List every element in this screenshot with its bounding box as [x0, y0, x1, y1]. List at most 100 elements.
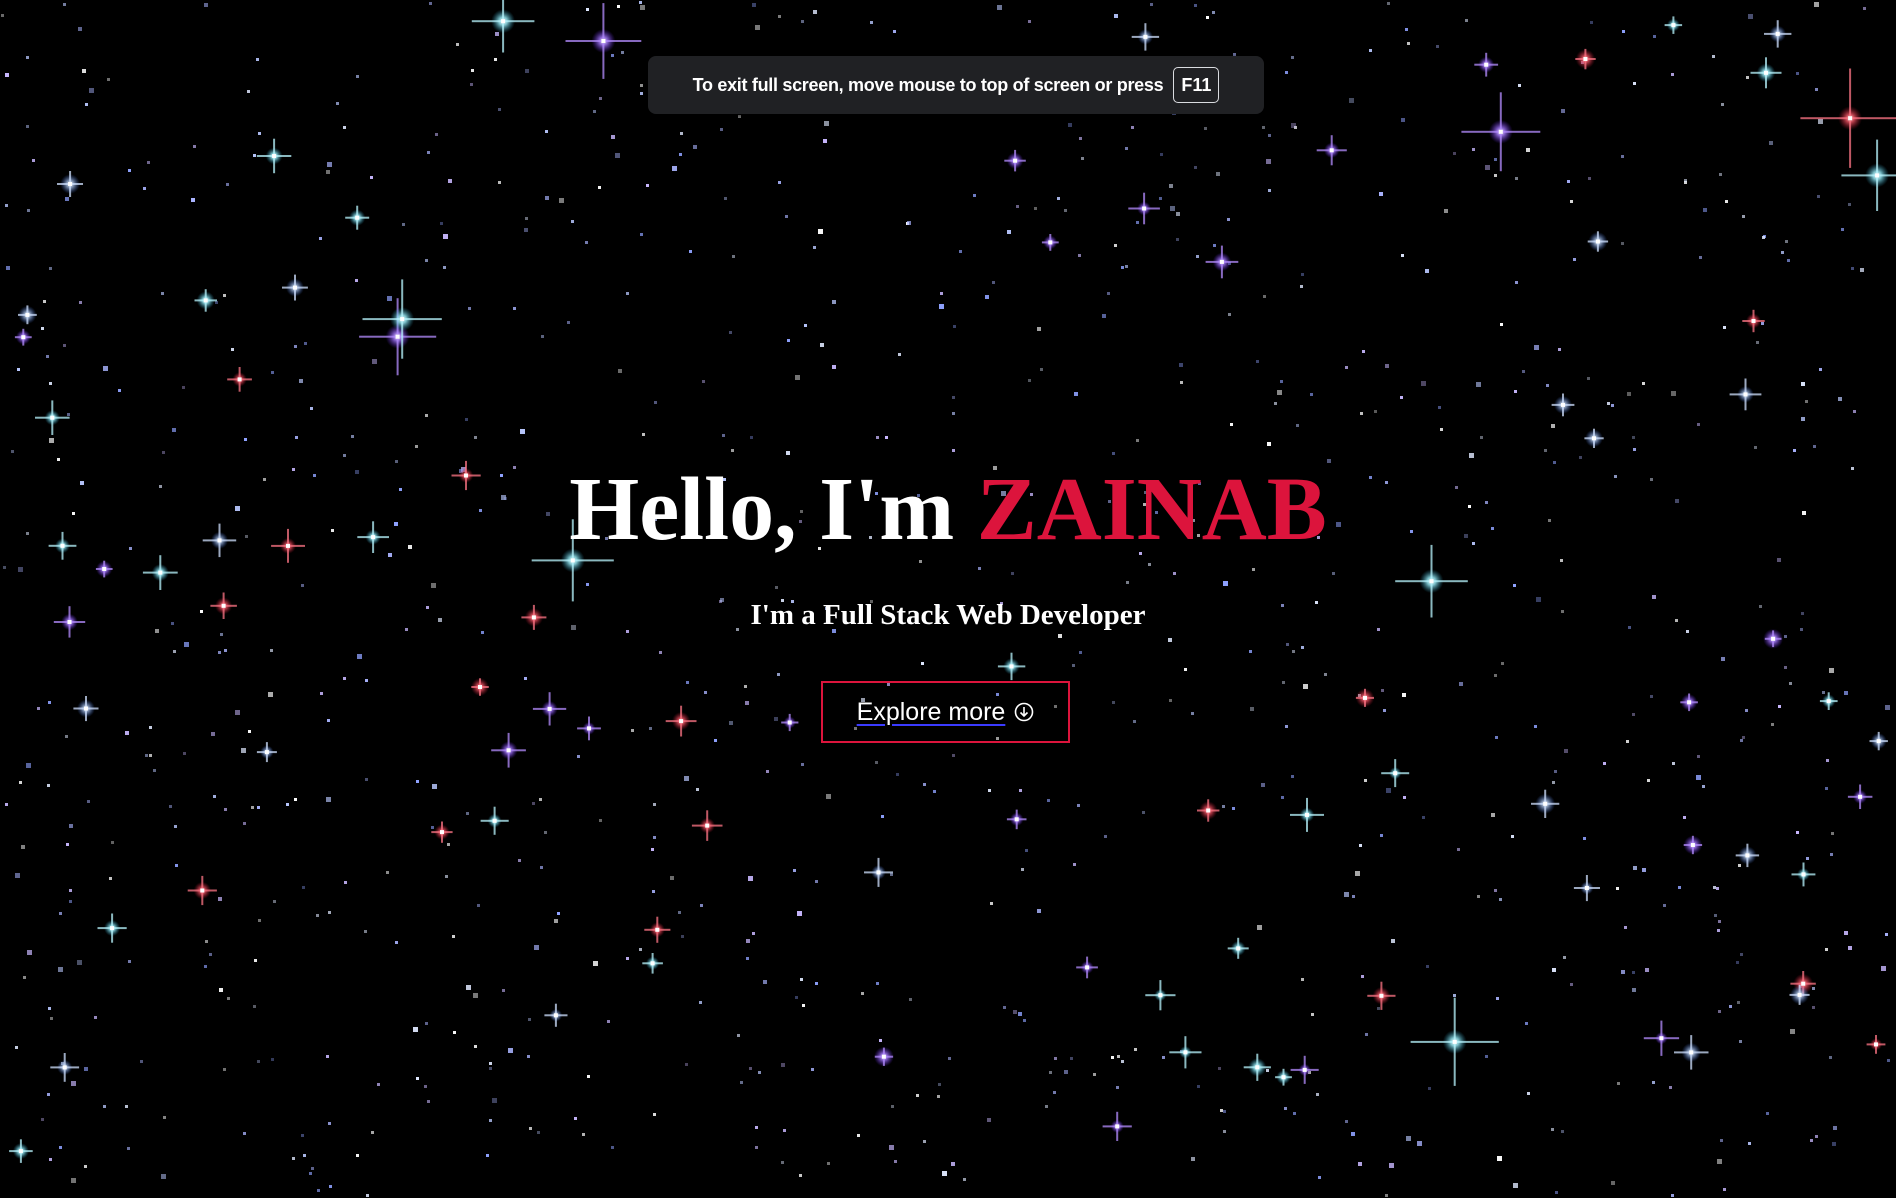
star-dot [218, 897, 222, 901]
star-dot [557, 912, 560, 915]
star-dot [640, 92, 643, 95]
star-dot [985, 295, 989, 299]
star-dot [1787, 259, 1790, 262]
star-dot [745, 701, 749, 705]
star-dot [1645, 968, 1649, 972]
star-dot [370, 176, 373, 179]
star-dot [1756, 341, 1759, 344]
star-dot [1748, 14, 1753, 19]
star-dot [69, 824, 73, 828]
star-dot [611, 135, 615, 139]
star-dot [744, 685, 747, 688]
star-dot [700, 904, 703, 907]
star-dot [1403, 796, 1406, 799]
star-dot [1116, 1086, 1119, 1089]
star-dot [696, 788, 699, 791]
explore-more-button[interactable]: Explore more [821, 681, 1070, 743]
star-dot [218, 651, 221, 654]
star-dot [429, 2, 432, 5]
star-dot [1789, 682, 1792, 685]
star-dot [1049, 1071, 1052, 1074]
arrow-down-circle-icon [1014, 702, 1034, 722]
star-dot [681, 935, 684, 938]
star-dot [1754, 446, 1757, 449]
star-sparkle [431, 821, 453, 843]
star-dot [746, 957, 749, 960]
star-dot [5, 803, 8, 806]
star-dot [942, 1171, 947, 1176]
star-sparkle [1869, 731, 1888, 751]
star-dot [948, 1057, 951, 1060]
star-dot [443, 234, 448, 239]
star-dot [1551, 424, 1555, 428]
star-dot [938, 1083, 941, 1086]
star-dot [670, 876, 674, 880]
star-dot [1134, 1048, 1137, 1051]
star-dot [520, 429, 525, 434]
star-dot [732, 255, 735, 258]
star-dot [738, 115, 741, 118]
star-dot [1713, 886, 1716, 889]
star-dot [763, 980, 767, 984]
star-dot [896, 773, 899, 776]
star-dot [1268, 134, 1271, 137]
star-dot [518, 859, 521, 862]
star-dot [649, 727, 652, 730]
star-sparkle [35, 400, 70, 435]
star-dot [824, 121, 829, 126]
star-sparkle [18, 305, 37, 325]
star-dot [777, 673, 780, 676]
star-dot [973, 194, 976, 197]
star-dot [311, 1167, 314, 1170]
star-sparkle [1461, 92, 1541, 172]
star-dot [1515, 281, 1518, 284]
star-dot [1721, 103, 1724, 106]
star-dot [425, 414, 428, 417]
star-sparkle [691, 810, 723, 841]
star-sparkle [544, 1003, 568, 1027]
star-sparkle [1004, 149, 1026, 172]
star-sparkle [864, 857, 893, 887]
star-dot [1385, 364, 1389, 368]
star-dot [907, 221, 911, 225]
star-dot [1079, 137, 1082, 140]
star-dot [1554, 770, 1557, 773]
star-dot [528, 1018, 531, 1021]
star-dot [224, 808, 227, 811]
star-dot [1104, 835, 1107, 838]
fullscreen-notice-text: To exit full screen, move mouse to top o… [692, 74, 1164, 95]
star-sparkle [345, 205, 370, 230]
star-dot [1513, 1183, 1518, 1188]
star-dot [1525, 1022, 1528, 1025]
star-dot [1345, 366, 1348, 369]
star-sparkle [1205, 245, 1239, 279]
star-dot [640, 84, 643, 87]
star-dot [1364, 779, 1367, 782]
star-dot [1671, 391, 1676, 396]
star-sparkle [73, 696, 99, 722]
star-dot [1632, 713, 1635, 716]
star-dot [486, 1154, 489, 1157]
star-sparkle [227, 367, 252, 392]
star-dot [1267, 442, 1271, 446]
star-dot [1034, 207, 1037, 210]
star-dot [470, 83, 473, 86]
star-dot [1829, 1056, 1832, 1059]
star-dot [1078, 254, 1081, 257]
star-dot [1588, 177, 1591, 180]
star-dot [489, 1119, 492, 1122]
star-sparkle [565, 3, 642, 79]
star-dot [1844, 691, 1848, 695]
star-dot [1579, 456, 1582, 459]
star-dot [1491, 813, 1495, 817]
star-sparkle [50, 1053, 80, 1082]
star-dot [1191, 712, 1194, 715]
star-dot [1023, 1019, 1026, 1022]
star-dot [271, 1058, 274, 1061]
star-dot [1495, 736, 1498, 739]
star-dot [1699, 256, 1702, 259]
star-dot [182, 386, 185, 389]
star-dot [59, 1146, 62, 1149]
star-dot [1745, 709, 1748, 712]
star-sparkle [1674, 1035, 1709, 1070]
